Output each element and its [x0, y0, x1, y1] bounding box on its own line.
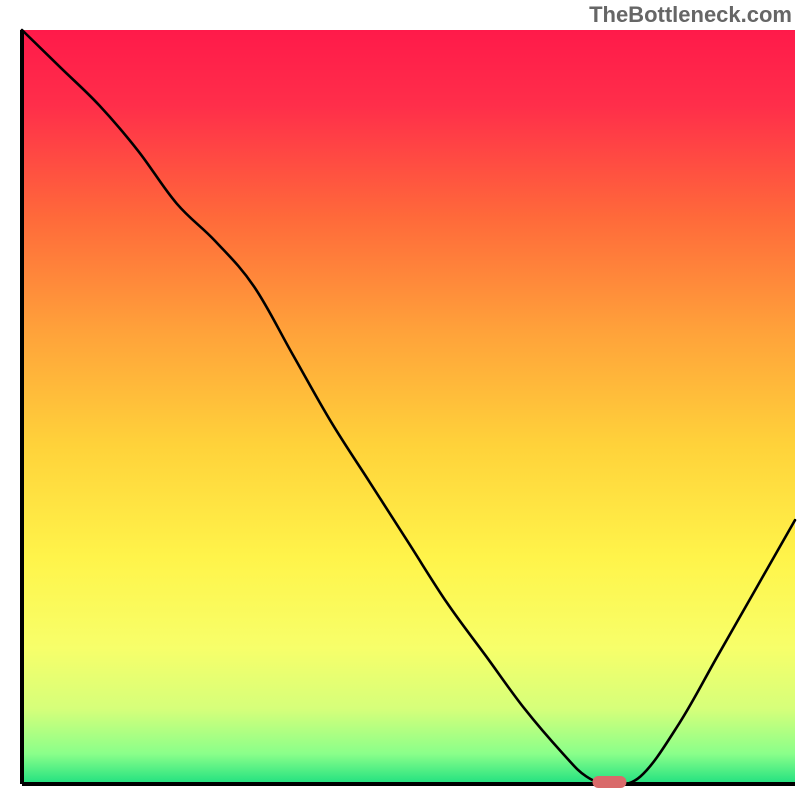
watermark-text: TheBottleneck.com [589, 2, 792, 28]
optimum-marker [592, 776, 626, 788]
bottleneck-chart [0, 0, 800, 800]
gradient-background [22, 30, 795, 784]
chart-container: TheBottleneck.com [0, 0, 800, 800]
